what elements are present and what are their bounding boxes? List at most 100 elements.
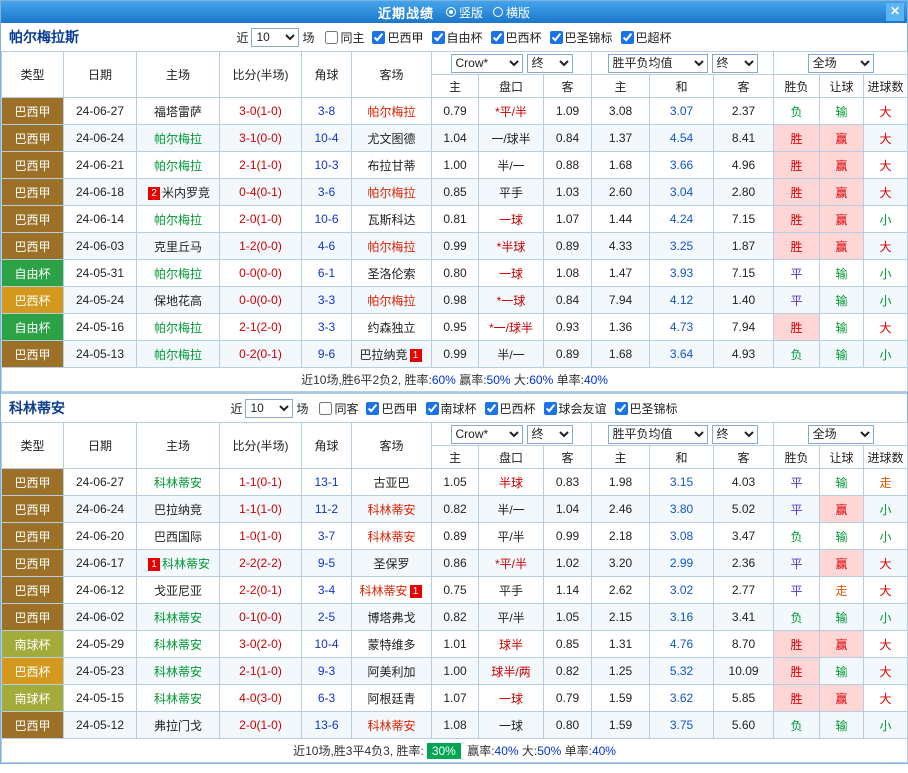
corners-cell: 9-5 <box>302 550 352 577</box>
away-team-cell: 阿根廷青 <box>352 685 432 712</box>
euro-draw-odds-cell: 3.62 <box>650 685 714 712</box>
league-filter-option[interactable]: 巴圣锦标 <box>615 400 678 417</box>
league-checkbox[interactable] <box>550 31 563 44</box>
league-checkbox[interactable] <box>621 31 634 44</box>
asian-away-odds-cell: 1.09 <box>544 98 592 125</box>
league-checkbox[interactable] <box>491 31 504 44</box>
league-checkbox[interactable] <box>366 402 379 415</box>
euro-odds-time-select[interactable]: 终 <box>712 425 758 444</box>
team-name-text: 圣保罗 <box>373 557 409 571</box>
team-name-text: 克里丘马 <box>154 240 202 254</box>
match-row: 巴西甲24-06-02科林蒂安0-1(0-0)2-5博塔弗戈0.82平/半1.0… <box>2 604 908 631</box>
asian-odds-time-select[interactable]: 终 <box>527 54 573 73</box>
asian-odds-source-select[interactable]: Crow* <box>451 425 523 444</box>
date-cell: 24-06-18 <box>64 179 137 206</box>
handicap-result-cell: 输 <box>820 523 864 550</box>
asian-home-odds-cell: 1.00 <box>432 152 479 179</box>
match-row: 巴西甲24-06-24帕尔梅拉3-1(0-0)10-4尤文图德1.04一/球半0… <box>2 125 908 152</box>
league-checkbox[interactable] <box>544 402 557 415</box>
matches-table: 类型 日期 主场 比分(半场) 角球 客场 Crow*终 胜平负均值终 全场 <box>1 422 908 763</box>
league-checkbox[interactable] <box>325 31 338 44</box>
handicap-cell: *半球 <box>479 233 544 260</box>
league-filter-option[interactable]: 巴西甲 <box>372 29 423 46</box>
asian-away-odds-cell: 1.03 <box>544 179 592 206</box>
asian-home-odds-cell: 1.05 <box>432 469 479 496</box>
league-filter-option[interactable]: 同客 <box>319 400 358 417</box>
red-card-badge: 1 <box>410 585 422 598</box>
asian-odds-time-select[interactable]: 终 <box>527 425 573 444</box>
goals-cell: 走 <box>864 469 908 496</box>
match-row: 巴西甲24-06-27福塔雷萨3-0(1-0)3-8帕尔梅拉0.79*平/半1.… <box>2 98 908 125</box>
league-filter-option[interactable]: 球会友谊 <box>544 400 607 417</box>
away-team-cell: 巴拉纳竞1 <box>352 341 432 368</box>
league-filter-option[interactable]: 南球杯 <box>426 400 477 417</box>
handicap-cell: 平手 <box>479 577 544 604</box>
league-checkbox-label: 巴圣锦标 <box>630 400 678 417</box>
euro-draw-odds-cell: 4.12 <box>650 287 714 314</box>
summary-row: 近10场,胜6平2负2, 胜率:60% 赢率:50% 大:60% 单率:40% <box>2 368 908 392</box>
corners-cell: 3-8 <box>302 98 352 125</box>
date-cell: 24-06-21 <box>64 152 137 179</box>
asian-away-odds-cell: 1.02 <box>544 550 592 577</box>
close-icon[interactable]: ✕ <box>886 3 904 21</box>
asian-odds-source-select[interactable]: Crow* <box>451 54 523 73</box>
date-cell: 24-05-15 <box>64 685 137 712</box>
league-checkbox[interactable] <box>319 402 332 415</box>
league-filter-option[interactable]: 巴西杯 <box>491 29 542 46</box>
league-filter-option[interactable]: 同主 <box>325 29 364 46</box>
col-type: 类型 <box>2 423 64 469</box>
scope-group: 全场 <box>774 423 908 446</box>
section-header: 科林蒂安 近 10 场 同客巴西甲南球杯巴西杯球会友谊巴圣锦标 <box>1 394 907 422</box>
league-checkbox[interactable] <box>426 402 439 415</box>
league-checkbox-label: 南球杯 <box>441 400 477 417</box>
league-checkbox[interactable] <box>485 402 498 415</box>
euro-home-odds-cell: 1.37 <box>592 125 650 152</box>
asian-odds-group: Crow*终 <box>432 52 592 75</box>
summary-segment: 单率: <box>553 373 584 387</box>
asian-away-odds-cell: 0.89 <box>544 233 592 260</box>
league-filter-option[interactable]: 巴圣锦标 <box>550 29 613 46</box>
match-row: 巴西甲24-06-182米内罗竞0-4(0-1)3-6帕尔梅拉0.85平手1.0… <box>2 179 908 206</box>
scope-select[interactable]: 全场 <box>808 425 874 444</box>
col-corner: 角球 <box>302 52 352 98</box>
away-team-cell: 阿美利加 <box>352 658 432 685</box>
euro-odds-source-select[interactable]: 胜平负均值 <box>608 425 708 444</box>
result-cell: 胜 <box>774 179 820 206</box>
euro-odds-source-select[interactable]: 胜平负均值 <box>608 54 708 73</box>
result-cell: 胜 <box>774 233 820 260</box>
asian-home-odds-cell: 1.07 <box>432 685 479 712</box>
handicap-result-cell: 赢 <box>820 631 864 658</box>
goals-cell: 小 <box>864 341 908 368</box>
team-name-text: 尤文图德 <box>367 132 415 146</box>
scope-select[interactable]: 全场 <box>808 54 874 73</box>
home-team-cell: 帕尔梅拉 <box>137 152 220 179</box>
match-row: 巴西甲24-05-13帕尔梅拉0-2(0-1)9-6巴拉纳竞10.99半/一0.… <box>2 341 908 368</box>
team-section: 帕尔梅拉斯 近 10 场 同主巴西甲自由杯巴西杯巴圣锦标巴超杯 类型 日期 主场 <box>1 23 907 392</box>
league-checkbox[interactable] <box>615 402 628 415</box>
handicap-cell: 半/一 <box>479 341 544 368</box>
euro-draw-odds-cell: 4.54 <box>650 125 714 152</box>
euro-home-odds-cell: 1.44 <box>592 206 650 233</box>
radio-vertical-layout[interactable]: 竖版 <box>446 4 483 21</box>
summary-segment: 40% <box>495 744 519 758</box>
date-cell: 24-05-24 <box>64 287 137 314</box>
away-team-cell: 科林蒂安1 <box>352 577 432 604</box>
league-filter-option[interactable]: 自由杯 <box>432 29 483 46</box>
euro-draw-odds-cell: 3.16 <box>650 604 714 631</box>
radio-horizontal-layout[interactable]: 横版 <box>493 4 530 21</box>
league-checkbox[interactable] <box>372 31 385 44</box>
asian-home-odds-cell: 0.86 <box>432 550 479 577</box>
date-cell: 24-05-12 <box>64 712 137 739</box>
league-filter-option[interactable]: 巴西杯 <box>485 400 536 417</box>
away-team-cell: 帕尔梅拉 <box>352 179 432 206</box>
games-count-select[interactable]: 10 <box>251 28 299 47</box>
league-checkbox[interactable] <box>432 31 445 44</box>
league-filter-option[interactable]: 巴西甲 <box>366 400 417 417</box>
league-filter-option[interactable]: 巴超杯 <box>621 29 672 46</box>
score-cell: 4-0(3-0) <box>220 685 302 712</box>
euro-odds-time-select[interactable]: 终 <box>712 54 758 73</box>
handicap-result-cell: 赢 <box>820 179 864 206</box>
score-cell: 2-0(1-0) <box>220 206 302 233</box>
section-header: 帕尔梅拉斯 近 10 场 同主巴西甲自由杯巴西杯巴圣锦标巴超杯 <box>1 23 907 51</box>
games-count-select[interactable]: 10 <box>245 399 293 418</box>
